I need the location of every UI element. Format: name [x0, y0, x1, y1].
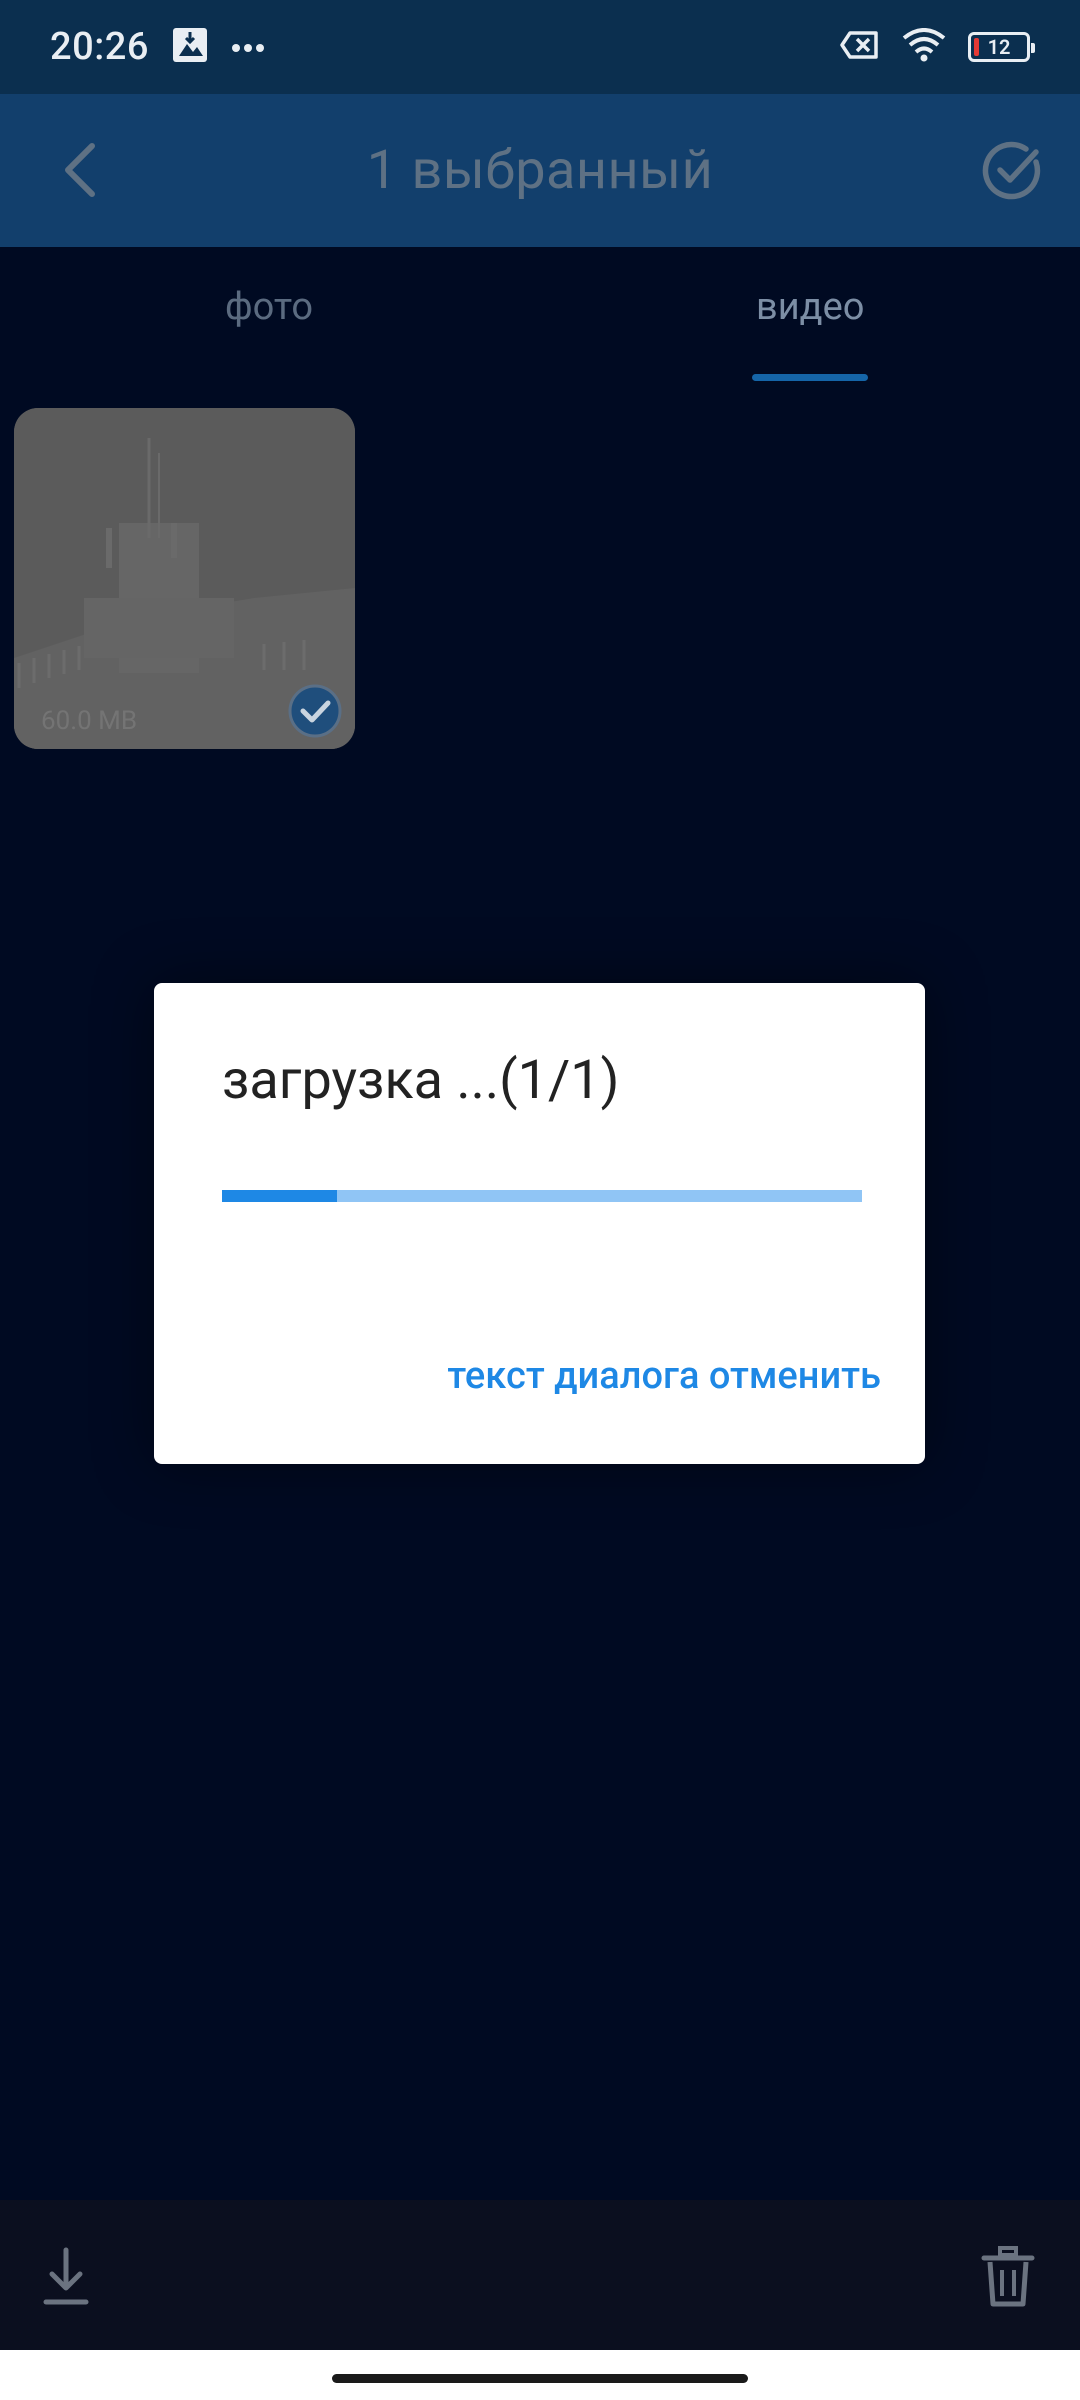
app-bar: 1 выбранный: [0, 94, 1080, 247]
chevron-left-icon: [65, 143, 95, 197]
cancel-button[interactable]: текст диалога отменить: [447, 1354, 881, 1398]
page-title: 1 выбранный: [366, 139, 714, 202]
battery-level: 12: [987, 35, 1011, 59]
download-button[interactable]: [36, 2244, 96, 2310]
no-sim-icon: [840, 30, 880, 64]
status-bar: 20:26 12: [0, 0, 1080, 94]
tab-photo[interactable]: фото: [225, 285, 313, 329]
gallery-sync-icon: [171, 26, 209, 68]
check-icon: [288, 684, 342, 738]
bottom-toolbar: [0, 2200, 1080, 2350]
progress-fill: [222, 1190, 338, 1202]
tab-indicator: [752, 374, 868, 381]
upload-dialog: загрузка ...(1/1) текст диалога отменить: [154, 983, 925, 1464]
dialog-title: загрузка ...(1/1): [222, 1049, 620, 1112]
file-size-label: 60.0 MB: [41, 706, 138, 736]
status-time: 20:26: [50, 25, 149, 69]
battery-icon: 12: [968, 32, 1035, 62]
tab-video[interactable]: видео: [756, 285, 864, 329]
delete-button[interactable]: [980, 2244, 1036, 2310]
trash-icon: [981, 2246, 1035, 2307]
download-icon: [43, 2247, 89, 2305]
check-circle-icon: [982, 141, 1041, 200]
home-indicator[interactable]: [332, 2374, 748, 2383]
nav-bar: [0, 2350, 1080, 2400]
wifi-icon: [902, 28, 946, 66]
tab-bar: фото видео: [0, 247, 1080, 387]
confirm-button[interactable]: [982, 140, 1044, 202]
progress-bar: [222, 1190, 862, 1202]
selected-check-badge[interactable]: [288, 684, 342, 738]
more-dots-icon: [231, 38, 265, 57]
back-button[interactable]: [50, 134, 110, 206]
